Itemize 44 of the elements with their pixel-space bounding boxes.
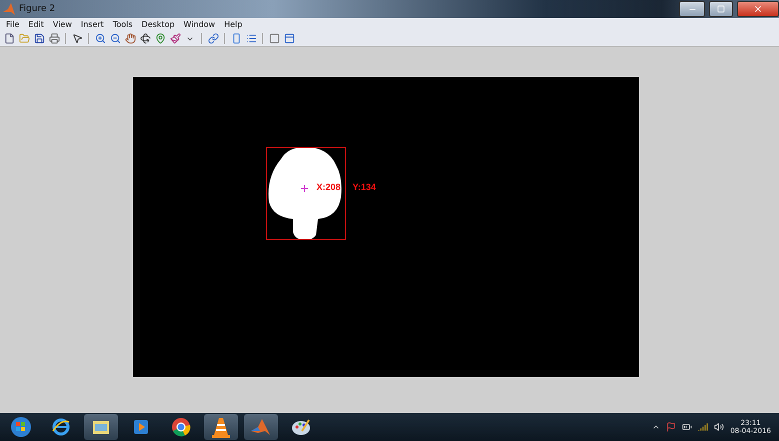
menu-item[interactable]: Window <box>184 20 216 29</box>
printer-icon[interactable] <box>48 33 60 44</box>
menu-item[interactable]: Tools <box>112 20 133 29</box>
media-player-icon[interactable] <box>133 419 149 435</box>
traffic-cone-icon[interactable] <box>211 416 231 438</box>
menu-item[interactable]: Desktop <box>142 20 175 29</box>
close-icon <box>753 4 763 14</box>
flag-icon[interactable] <box>666 422 676 432</box>
brush-icon[interactable] <box>170 33 180 44</box>
show-hidden-icon[interactable] <box>652 423 660 431</box>
paint-icon[interactable] <box>291 417 311 437</box>
new-file-icon[interactable] <box>4 33 14 44</box>
browser-icon[interactable] <box>51 417 71 437</box>
panel-icon[interactable] <box>284 33 294 44</box>
start-orb-icon[interactable] <box>10 416 32 438</box>
colorbar-icon[interactable] <box>230 33 242 44</box>
square-icon[interactable] <box>268 33 280 44</box>
app-logo-icon <box>3 3 15 15</box>
menu-item[interactable]: File <box>6 20 20 29</box>
minimize-button[interactable] <box>679 1 705 17</box>
zoom-in-icon[interactable] <box>94 33 106 44</box>
volume-icon[interactable] <box>714 422 724 432</box>
window-title: Figure 2 <box>19 4 56 14</box>
zoom-out-icon[interactable] <box>110 33 120 44</box>
battery-icon[interactable] <box>682 422 692 432</box>
hand-icon[interactable] <box>124 33 136 44</box>
menu-item[interactable]: Help <box>224 20 242 29</box>
pointer-icon[interactable] <box>72 33 82 44</box>
rotate-icon[interactable] <box>140 33 150 44</box>
menu-item[interactable]: Edit <box>28 20 44 29</box>
coordinate-label: Y:134 <box>352 182 376 192</box>
menu-item[interactable]: Insert <box>80 20 104 29</box>
coordinate-label: X:208 <box>316 182 341 192</box>
matlab-icon[interactable] <box>250 417 272 437</box>
menu-item[interactable]: View <box>52 20 72 29</box>
chrome-icon[interactable] <box>171 417 191 437</box>
maximize-icon <box>717 5 725 13</box>
save-icon[interactable] <box>34 33 44 44</box>
link-icon[interactable] <box>208 33 218 44</box>
maximize-button[interactable] <box>709 1 733 17</box>
data-cursor-icon[interactable] <box>154 33 166 44</box>
network-icon[interactable] <box>698 422 708 432</box>
close-button[interactable] <box>737 1 779 17</box>
crosshair-icon <box>300 185 308 192</box>
